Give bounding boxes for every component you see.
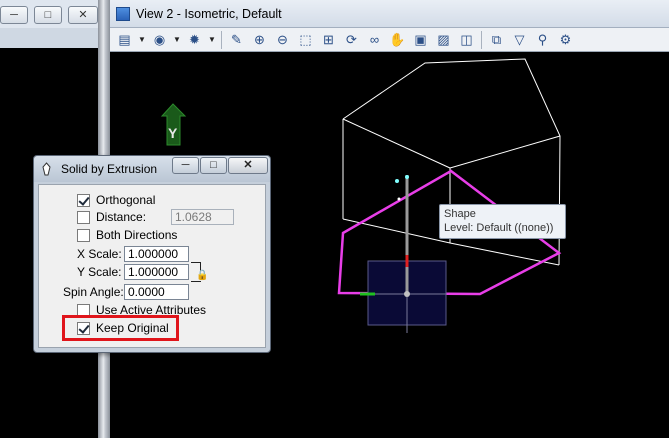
dialog-close-button[interactable]: ✕ — [228, 157, 268, 174]
background-minimize-button[interactable]: ─ — [0, 6, 28, 24]
close-icon: ✕ — [243, 159, 253, 171]
background-window-toolbar — [0, 28, 98, 48]
x-scale-label: X Scale: — [77, 247, 122, 261]
distance-label: Distance: — [96, 210, 147, 224]
orthogonal-checkbox[interactable] — [77, 193, 90, 207]
dialog-maximize-button[interactable]: □ — [200, 157, 227, 174]
view-rotation-icon[interactable]: ◫ — [456, 30, 477, 50]
lock-icon[interactable]: 🔒 — [196, 271, 209, 281]
previous-view-icon[interactable]: ▣ — [410, 30, 431, 50]
tooltip-level: Level: Default ((none)) — [444, 222, 554, 234]
dialog-window-controls: ─ □ ✕ — [172, 157, 268, 174]
pan-view-icon[interactable]: ✋ — [387, 30, 408, 50]
dropdown-arrow-icon[interactable]: ▼ — [172, 30, 182, 50]
view-attributes-icon[interactable]: ▤ — [114, 30, 135, 50]
clip-volume-icon[interactable]: ⧉ — [486, 30, 507, 50]
dialog-title-bar[interactable]: Solid by Extrusion ─ □ ✕ — [34, 156, 270, 182]
orthogonal-label: Orthogonal — [96, 193, 156, 207]
minimize-icon: ─ — [10, 9, 18, 21]
view-title-bar[interactable]: View 2 - Isometric, Default — [110, 0, 669, 28]
y-axis-label: Y — [168, 125, 178, 141]
dialog-title: Solid by Extrusion — [61, 162, 158, 176]
walk-icon[interactable]: ∞ — [364, 30, 385, 50]
zoom-out-icon[interactable]: ⊖ — [272, 30, 293, 50]
toolbar-separator — [221, 30, 222, 49]
display-style-icon[interactable]: ◉ — [149, 30, 170, 50]
distance-row[interactable]: Distance: — [77, 210, 146, 224]
dialog-minimize-button[interactable]: ─ — [172, 157, 199, 174]
both-directions-label: Both Directions — [96, 228, 178, 242]
next-view-icon[interactable]: ▨ — [433, 30, 454, 50]
background-maximize-button[interactable]: □ — [34, 6, 62, 24]
background-window-controls: ─ □ ✕ — [0, 6, 98, 24]
maximize-icon: □ — [44, 9, 52, 21]
both-directions-checkbox[interactable] — [77, 228, 90, 242]
view-toolbar: ▤ ▼ ◉ ▼ ✹ ▼ ✎ ⊕ ⊖ ⬚ ⊞ ⟳ ∞ ✋ ▣ ▨ ◫ ⧉ ▽ ⚲ … — [110, 28, 669, 52]
dropdown-arrow-icon[interactable]: ▼ — [137, 30, 147, 50]
background-window: ─ □ ✕ — [0, 0, 98, 48]
close-icon: ✕ — [78, 9, 88, 21]
camera-icon[interactable]: ⚲ — [532, 30, 553, 50]
settings-icon[interactable]: ⚙ — [555, 30, 576, 50]
orthogonal-row[interactable]: Orthogonal — [77, 193, 155, 207]
spin-angle-field[interactable]: 0.0000 — [124, 284, 189, 300]
y-scale-field[interactable]: 1.000000 — [124, 264, 189, 280]
keep-original-highlight — [62, 315, 179, 341]
distance-field[interactable]: 1.0628 — [171, 209, 234, 225]
element-tooltip: Shape Level: Default ((none)) — [439, 204, 566, 239]
toolbar-separator — [481, 30, 482, 49]
lighting-icon[interactable]: ✹ — [184, 30, 205, 50]
fit-view-icon[interactable]: ⊞ — [318, 30, 339, 50]
clip-mask-icon[interactable]: ▽ — [509, 30, 530, 50]
distance-checkbox[interactable] — [77, 210, 90, 224]
rotate-view-icon[interactable]: ⟳ — [341, 30, 362, 50]
tooltip-element-type: Shape — [444, 208, 476, 220]
maximize-icon: □ — [210, 159, 217, 171]
view-title: View 2 - Isometric, Default — [136, 7, 282, 21]
dropdown-arrow-icon[interactable]: ▼ — [207, 30, 217, 50]
desktop: ─ □ ✕ View 2 - Isometric, Default ▤ ▼ ◉ … — [0, 0, 669, 438]
update-view-icon[interactable]: ✎ — [226, 30, 247, 50]
view-window-icon — [116, 7, 130, 21]
window-area-icon[interactable]: ⬚ — [295, 30, 316, 50]
x-scale-field[interactable]: 1.000000 — [124, 246, 189, 262]
both-directions-row[interactable]: Both Directions — [77, 228, 177, 242]
zoom-in-icon[interactable]: ⊕ — [249, 30, 270, 50]
y-scale-label: Y Scale: — [77, 265, 122, 279]
background-close-button[interactable]: ✕ — [68, 6, 98, 24]
spin-angle-label: Spin Angle: — [63, 285, 124, 299]
tool-icon — [42, 162, 51, 176]
minimize-icon: ─ — [181, 159, 190, 171]
